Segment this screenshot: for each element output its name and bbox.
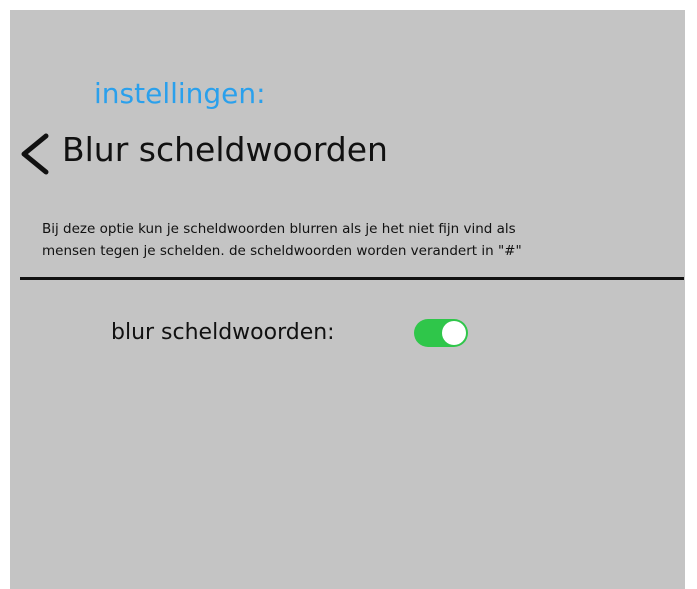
blur-setting-label: blur scheldwoorden: (111, 320, 335, 345)
toggle-knob (442, 321, 466, 345)
settings-screen: instellingen: Blur scheldwoorden Bij dez… (10, 10, 685, 589)
blur-toggle[interactable] (414, 319, 468, 347)
description-line-1: Bij deze optie kun je scheldwoorden blur… (42, 221, 516, 237)
description-text: Bij deze optie kun je scheldwoorden blur… (42, 218, 682, 262)
description-line-2: mensen tegen je schelden. de scheldwoord… (42, 243, 522, 259)
section-label: instellingen: (94, 77, 266, 110)
page-title: Blur scheldwoorden (62, 130, 388, 169)
chevron-left-icon (21, 133, 49, 175)
back-button[interactable] (18, 132, 52, 176)
divider (20, 277, 684, 280)
